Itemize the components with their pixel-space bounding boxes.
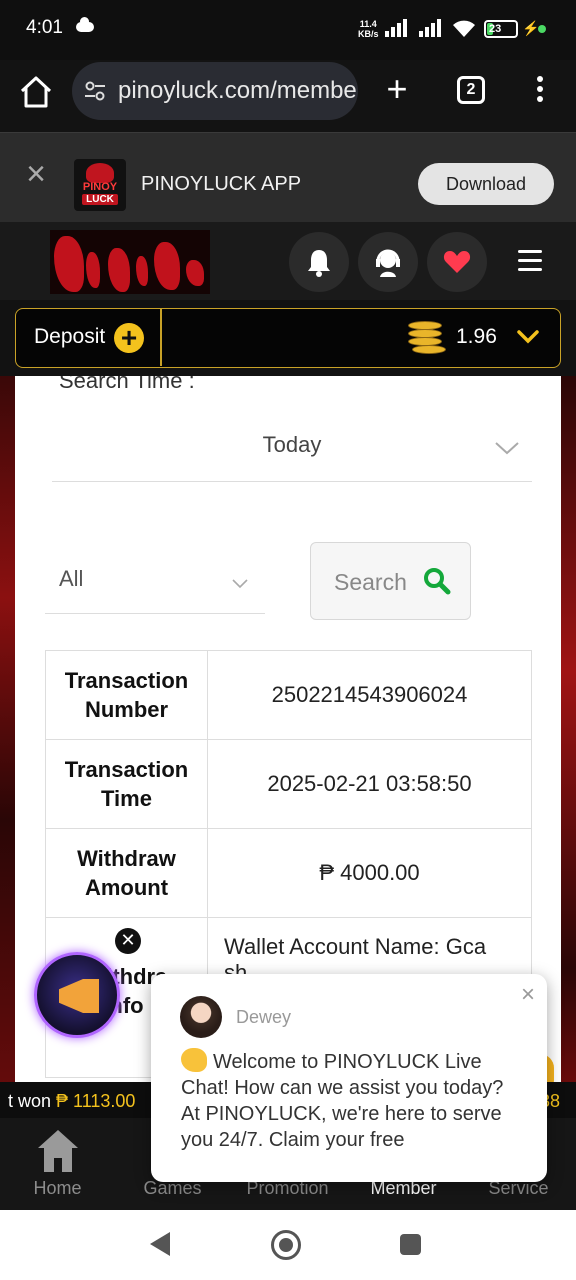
signal-icon-2 xyxy=(419,19,445,37)
table-row: Withdraw Amount ₱ 4000.00 xyxy=(45,828,532,918)
deposit-label[interactable]: Deposit xyxy=(34,325,105,349)
app-logo: PINOY LUCK xyxy=(74,159,126,211)
row-label-line1: Withdraw xyxy=(77,846,176,871)
chat-message: Welcome to PINOYLUCK Live Chat! How can … xyxy=(181,1048,521,1153)
withdraw-amount: ₱ 4000.00 xyxy=(207,828,532,918)
new-tab-icon[interactable]: + xyxy=(382,71,412,107)
search-time-label: Search Time : xyxy=(59,376,195,393)
battery-icon: 23 xyxy=(484,20,518,38)
signal-icon xyxy=(385,19,411,37)
browser-toolbar: pinoyluck.com/membe + 2 xyxy=(0,60,576,132)
cloud-icon xyxy=(76,17,94,32)
home-icon xyxy=(38,1130,78,1172)
app-install-banner: × PINOY LUCK PINOYLUCK APP Download xyxy=(0,132,576,222)
transaction-number: 2502214543906024 xyxy=(207,650,532,740)
site-logo[interactable] xyxy=(50,230,210,294)
background-art-left xyxy=(0,376,15,1116)
back-icon[interactable] xyxy=(150,1232,170,1256)
deposit-plus-icon[interactable]: + xyxy=(114,323,144,353)
type-filter-select[interactable]: All xyxy=(45,552,265,614)
agent-name: Dewey xyxy=(236,1007,292,1027)
app-logo-text-bottom: LUCK xyxy=(82,194,118,205)
table-header-cell: Transaction Time xyxy=(45,739,208,829)
row-label-line2: Amount xyxy=(84,875,169,900)
nav-home-label: Home xyxy=(33,1178,82,1198)
network-speed: 11.4 KB/s xyxy=(358,19,379,39)
app-name: PINOYLUCK APP xyxy=(141,173,302,195)
charging-icon: ⚡ xyxy=(522,20,540,36)
network-speed-value: 11.4 xyxy=(359,19,377,29)
date-range-value: Today xyxy=(262,432,322,457)
customer-service-button[interactable] xyxy=(358,232,418,292)
url-bar[interactable]: pinoyluck.com/membe xyxy=(72,62,358,120)
status-time: 4:01 xyxy=(26,17,63,38)
agent-avatar xyxy=(180,996,222,1038)
table-row: Transaction Time 2025-02-21 03:58:50 xyxy=(45,739,532,829)
coins-icon xyxy=(408,319,446,357)
wallet-account-line1: Wallet Account Name: Gca xyxy=(224,934,487,959)
nav-home[interactable]: Home xyxy=(0,1118,115,1210)
hamburger-menu-icon[interactable] xyxy=(518,250,542,272)
search-button-label: Search xyxy=(334,569,407,595)
chevron-down-icon xyxy=(495,442,519,455)
tab-count: 2 xyxy=(466,81,476,98)
table-header-cell: Withdraw Amount xyxy=(45,828,208,918)
privacy-dot-icon xyxy=(538,25,546,33)
search-button[interactable]: Search xyxy=(310,542,471,620)
recent-apps-icon[interactable] xyxy=(400,1234,421,1255)
table-row: Transaction Number 2502214543906024 xyxy=(45,650,532,740)
status-bar: 4:01 11.4 KB/s 23 ⚡ xyxy=(0,0,576,60)
site-header xyxy=(0,222,576,300)
favorites-button[interactable] xyxy=(427,232,487,292)
wallet-box: Deposit + 1.96 xyxy=(15,308,561,368)
row-label-line1: Transaction xyxy=(64,668,189,693)
row-label-line1: Transaction xyxy=(64,757,189,782)
live-chat-popup[interactable]: Dewey × Welcome to PINOYLUCK Live Chat! … xyxy=(151,974,547,1182)
wallet-bar: Deposit + 1.96 xyxy=(0,300,576,376)
close-icon[interactable]: × xyxy=(22,157,50,191)
system-nav-bar xyxy=(0,1210,576,1280)
date-range-select[interactable]: Today xyxy=(52,416,532,482)
chat-message-text: Welcome to PINOYLUCK Live Chat! How can … xyxy=(181,1051,504,1151)
megaphone-promo-icon[interactable] xyxy=(34,952,120,1038)
search-icon xyxy=(424,568,451,595)
battery-level: 23 xyxy=(489,23,502,35)
waving-hand-icon xyxy=(181,1048,207,1072)
browser-menu-icon[interactable] xyxy=(534,76,546,106)
notification-button[interactable] xyxy=(289,232,349,292)
background-art-right xyxy=(561,376,576,1116)
site-settings-icon[interactable] xyxy=(84,80,106,102)
transaction-time: 2025-02-21 03:58:50 xyxy=(207,739,532,829)
app-logo-text-top: PINOY xyxy=(82,181,118,193)
url-text: pinoyluck.com/membe xyxy=(118,77,357,104)
close-icon[interactable]: × xyxy=(517,983,539,1007)
table-header-cell: Transaction Number xyxy=(45,650,208,740)
download-button[interactable]: Download xyxy=(418,163,554,205)
row-label-line2: Number xyxy=(84,697,169,722)
network-speed-unit: KB/s xyxy=(358,29,379,39)
heart-icon xyxy=(443,251,471,273)
headset-icon xyxy=(376,249,400,277)
home-circle-icon[interactable] xyxy=(271,1230,301,1260)
wifi-icon xyxy=(453,20,475,37)
row-label-line2: Time xyxy=(101,786,152,811)
winners-ticker: t won ₱ 1113.00 xyxy=(0,1082,170,1120)
promo-close-icon[interactable]: ✕ xyxy=(115,928,141,954)
ticker-amount: ₱ 1113.00 xyxy=(56,1091,136,1111)
balance-value: 1.96 xyxy=(456,325,497,348)
bell-icon xyxy=(308,250,330,277)
chevron-down-icon[interactable] xyxy=(516,327,540,347)
type-filter-value: All xyxy=(59,566,84,591)
home-icon[interactable] xyxy=(18,74,54,110)
chevron-down-icon xyxy=(232,579,248,589)
ticker-text: t won xyxy=(8,1091,52,1111)
divider xyxy=(160,309,162,366)
tab-switcher-button[interactable]: 2 xyxy=(457,76,485,104)
